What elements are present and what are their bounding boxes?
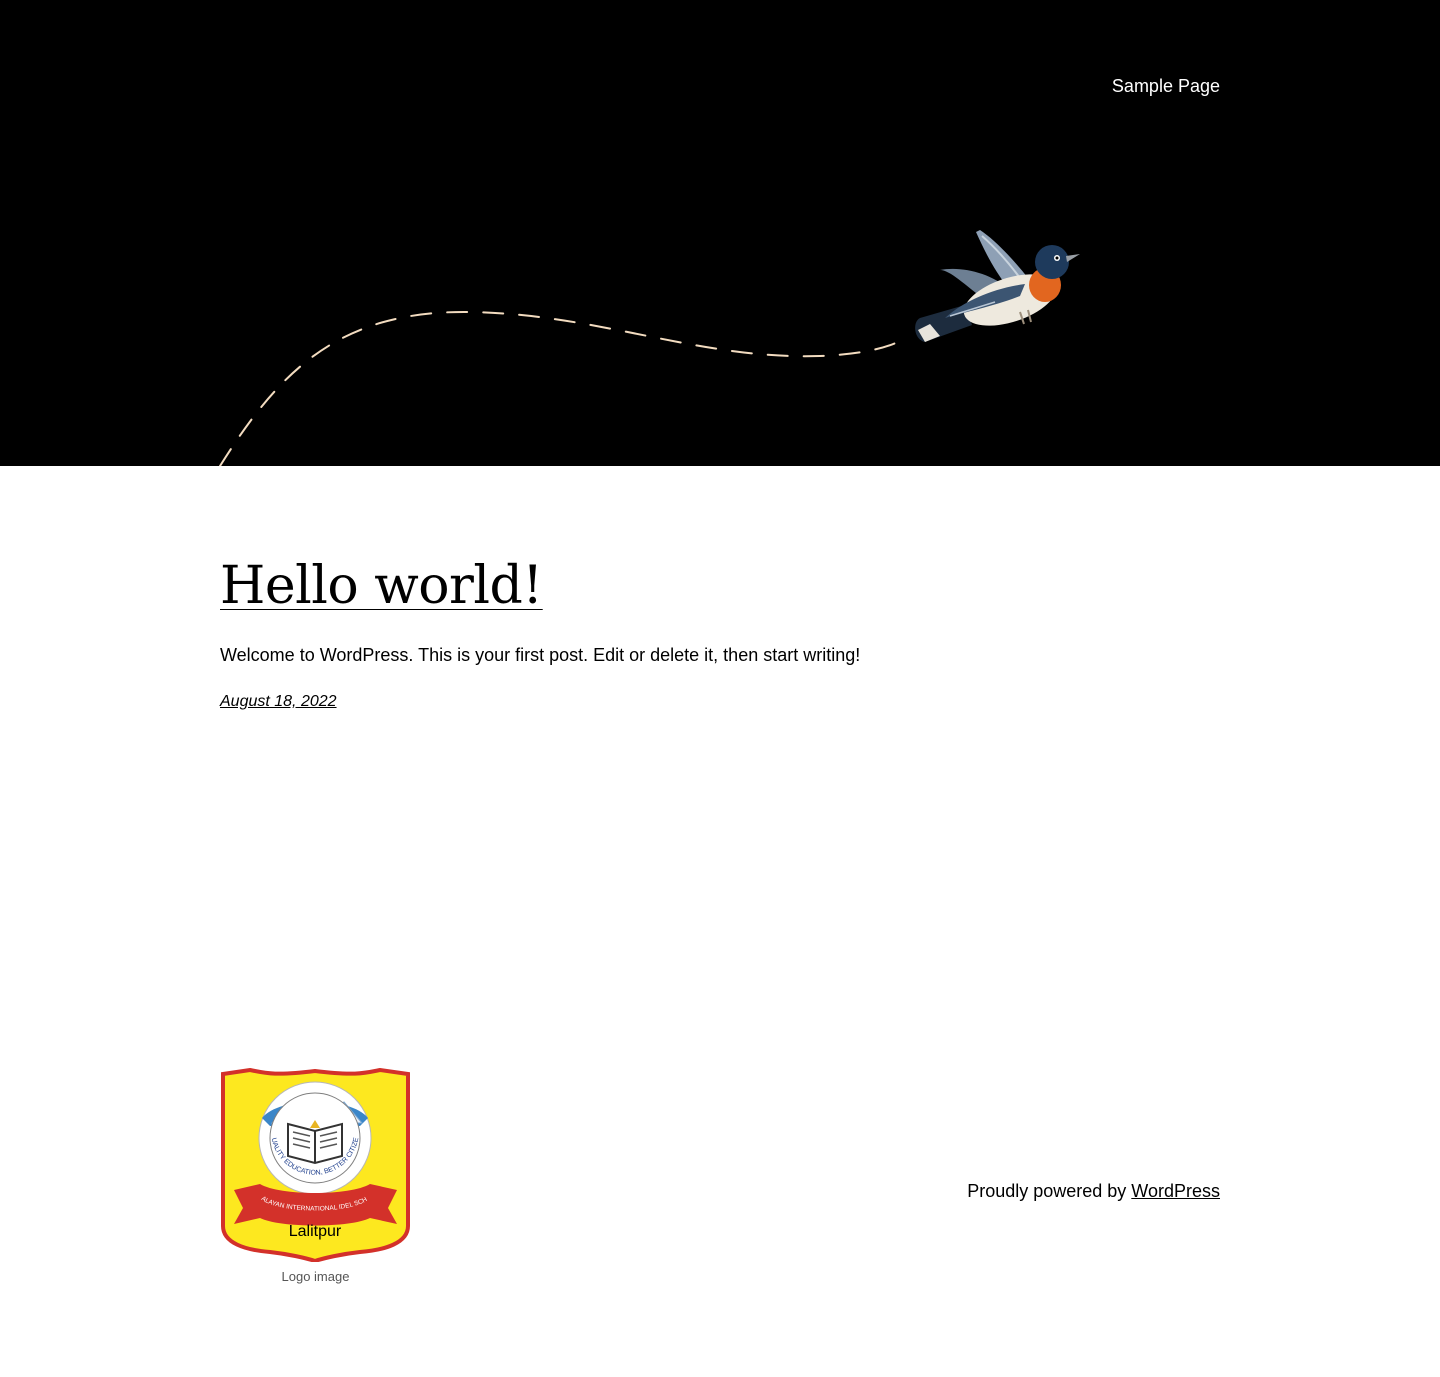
footer-credit: Proudly powered by WordPress (967, 1180, 1220, 1202)
post-excerpt: Welcome to WordPress. This is your first… (220, 645, 861, 665)
nav-sample-page[interactable]: Sample Page (1112, 75, 1220, 97)
header-illustration (219, 230, 1080, 466)
logo-place-name: Lalitpur (289, 1223, 342, 1240)
logo-caption: Logo image (281, 1269, 350, 1284)
credit-prefix: Proudly powered by (967, 1181, 1127, 1201)
wordpress-link[interactable]: WordPress (1131, 1181, 1220, 1201)
post: Hello world! Welcome to WordPress. This … (220, 556, 1220, 711)
post-date[interactable]: August 18, 2022 (220, 693, 337, 711)
post-title[interactable]: Hello world! (220, 556, 543, 616)
bird-icon (915, 230, 1080, 342)
footer-logo: "QUALITY EDUCATION, BETTER CITIZEN" HIMA… (220, 1068, 411, 1286)
site-header: Sample Page (0, 0, 1440, 466)
school-logo-icon: "QUALITY EDUCATION, BETTER CITIZEN" HIMA… (220, 1068, 410, 1262)
flight-path (219, 310, 906, 466)
